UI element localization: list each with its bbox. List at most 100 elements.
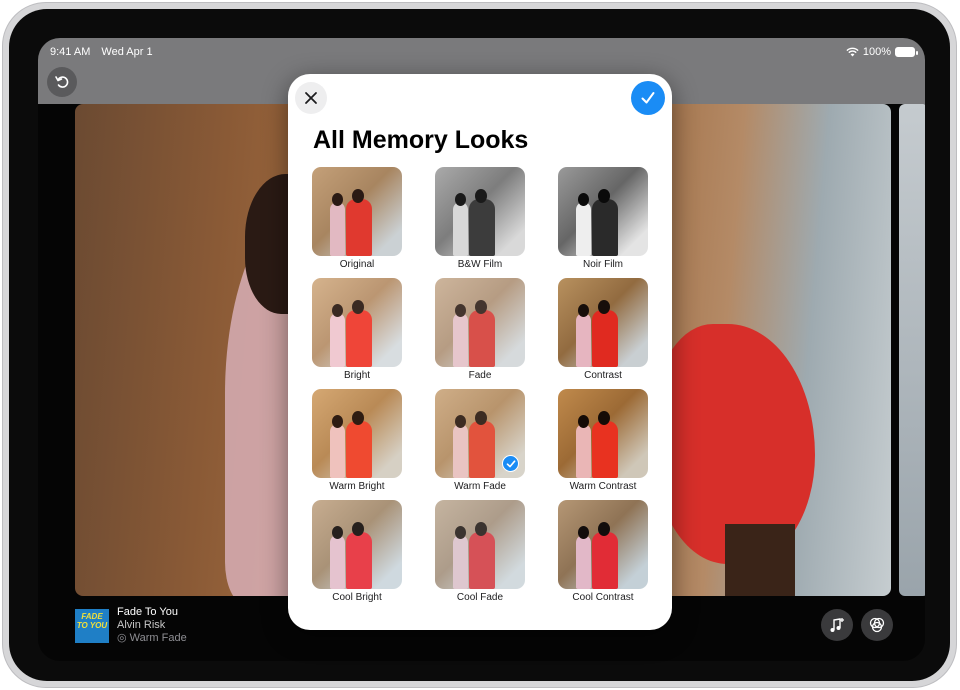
thumbnail-fig1 xyxy=(453,313,468,367)
photo-shadow xyxy=(725,524,795,596)
look-option[interactable]: Cool Bright xyxy=(312,500,402,603)
look-thumbnail[interactable] xyxy=(312,278,402,367)
thumbnail-fig2 xyxy=(346,421,372,478)
thumbnail-head1 xyxy=(455,193,466,206)
thumbnail-fig2 xyxy=(592,421,618,478)
thumbnail-fig2 xyxy=(469,199,495,256)
look-label: Warm Contrast xyxy=(569,481,637,492)
song-title: Fade To You xyxy=(117,606,178,618)
thumbnail-fig1 xyxy=(576,424,591,478)
thumbnail-head1 xyxy=(332,415,343,428)
memory-looks-icon xyxy=(869,617,885,633)
look-option[interactable]: Warm Bright xyxy=(312,389,402,492)
thumbnail-fig1 xyxy=(576,202,591,256)
look-option[interactable]: Original xyxy=(312,167,402,270)
look-label: Bright xyxy=(343,370,371,381)
thumbnail-head2 xyxy=(352,522,364,536)
thumbnail-fig2 xyxy=(346,532,372,589)
look-thumbnail[interactable] xyxy=(558,389,648,478)
look-label: Original xyxy=(339,259,375,270)
look-option[interactable]: Cool Contrast xyxy=(558,500,648,603)
thumbnail-head2 xyxy=(352,300,364,314)
battery-icon xyxy=(895,47,918,57)
look-thumbnail[interactable] xyxy=(558,167,648,256)
look-label: Contrast xyxy=(584,370,622,381)
thumbnail-head2 xyxy=(475,522,487,536)
thumbnail-fig2 xyxy=(469,532,495,589)
look-option[interactable]: Fade xyxy=(435,278,525,381)
battery-percent: 100% xyxy=(862,46,891,58)
thumbnail-head2 xyxy=(598,189,610,203)
thumbnail-head1 xyxy=(578,304,589,317)
memory-looks-button[interactable] xyxy=(861,609,893,641)
thumbnail-fig1 xyxy=(453,202,468,256)
thumbnail-fig1 xyxy=(330,535,345,589)
thumbnail-head2 xyxy=(352,189,364,203)
look-option[interactable]: Bright xyxy=(312,278,402,381)
done-button[interactable] xyxy=(631,81,665,115)
thumbnail-head2 xyxy=(598,300,610,314)
thumbnail-head1 xyxy=(578,193,589,206)
look-thumbnail[interactable] xyxy=(435,389,525,478)
status-bar-left: 9:41 AM Wed Apr 1 xyxy=(50,46,153,58)
selected-checkmark-icon xyxy=(502,455,519,472)
thumbnail-fig1 xyxy=(576,535,591,589)
thumbnail-fig1 xyxy=(453,535,468,589)
thumbnail-fig2 xyxy=(469,421,495,478)
close-button[interactable] xyxy=(295,82,327,114)
looks-grid: Original B&W Film Noir Film Bright Fade Contr… xyxy=(312,167,650,603)
status-bar-right: 100% xyxy=(846,46,918,58)
xmark-icon xyxy=(305,92,317,104)
look-label: Cool Contrast xyxy=(572,592,634,603)
wifi-icon xyxy=(846,47,859,57)
look-thumbnail[interactable] xyxy=(312,389,402,478)
memory-looks-sheet: All Memory Looks Original B&W Film Noir Fi… xyxy=(288,74,672,630)
thumbnail-head2 xyxy=(598,522,610,536)
thumbnail-head1 xyxy=(578,526,589,539)
look-option[interactable]: Contrast xyxy=(558,278,648,381)
look-option[interactable]: Warm Contrast xyxy=(558,389,648,492)
thumbnail-head1 xyxy=(332,526,343,539)
thumbnail-fig2 xyxy=(592,532,618,589)
music-button[interactable] xyxy=(821,609,853,641)
thumbnail-fig2 xyxy=(592,310,618,367)
look-thumbnail[interactable] xyxy=(435,167,525,256)
look-label: Fade xyxy=(468,370,492,381)
thumbnail-head1 xyxy=(578,415,589,428)
look-thumbnail[interactable] xyxy=(435,500,525,589)
look-thumbnail[interactable] xyxy=(558,278,648,367)
thumbnail-head1 xyxy=(455,526,466,539)
look-option[interactable]: B&W Film xyxy=(435,167,525,270)
memory-looks-small-icon: ◎ xyxy=(117,632,127,644)
look-option[interactable]: Noir Film xyxy=(558,167,648,270)
thumbnail-head2 xyxy=(352,411,364,425)
look-thumbnail[interactable] xyxy=(558,500,648,589)
thumbnail-fig1 xyxy=(576,313,591,367)
thumbnail-head1 xyxy=(332,193,343,206)
look-label: Cool Bright xyxy=(332,592,382,603)
next-photo-peek[interactable] xyxy=(899,104,925,596)
thumbnail-fig2 xyxy=(346,310,372,367)
look-label: Noir Film xyxy=(583,259,623,270)
music-note-plus-icon xyxy=(830,618,844,632)
thumbnail-head2 xyxy=(475,300,487,314)
look-option[interactable]: Cool Fade xyxy=(435,500,525,603)
thumbnail-fig2 xyxy=(346,199,372,256)
thumbnail-head1 xyxy=(455,415,466,428)
look-thumbnail[interactable] xyxy=(312,167,402,256)
look-thumbnail[interactable] xyxy=(435,278,525,367)
look-option[interactable]: Warm Fade xyxy=(435,389,525,492)
thumbnail-head1 xyxy=(455,304,466,317)
look-thumbnail[interactable] xyxy=(312,500,402,589)
thumbnail-fig1 xyxy=(453,424,468,478)
look-label: B&W Film xyxy=(457,259,503,270)
status-time: 9:41 AM xyxy=(50,46,91,58)
now-playing-text: Fade To You Alvin Risk ◎ Warm Fade xyxy=(117,606,187,645)
now-playing[interactable]: FADE TO YOU Fade To You Alvin Risk ◎ War… xyxy=(75,606,187,645)
thumbnail-head2 xyxy=(475,189,487,203)
look-label: Warm Bright xyxy=(329,481,385,492)
album-artwork: FADE TO YOU xyxy=(75,608,109,643)
thumbnail-head1 xyxy=(332,304,343,317)
sheet-title: All Memory Looks xyxy=(313,126,529,154)
thumbnail-fig1 xyxy=(330,202,345,256)
